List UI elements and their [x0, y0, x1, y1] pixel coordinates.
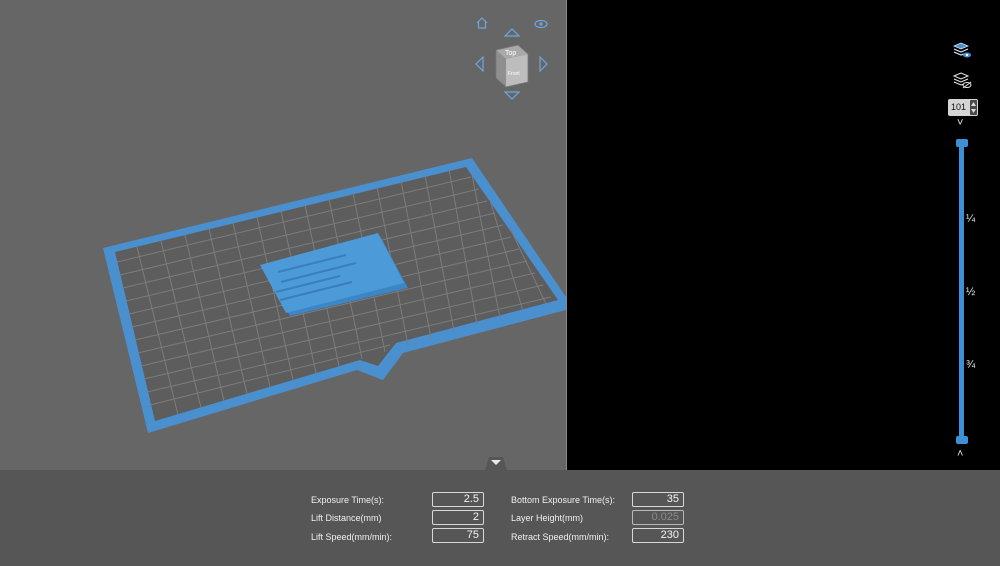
home-icon[interactable] [475, 16, 489, 30]
retract-speed-label: Retract Speed(mm/min): [511, 532, 610, 542]
lift-speed-label: Lift Speed(mm/min): [311, 532, 393, 542]
layer-height-input: 0.025 [632, 510, 684, 525]
lift-distance-input[interactable]: 2 [432, 510, 484, 525]
layers-visible-icon[interactable] [952, 40, 972, 60]
arrow-right-icon[interactable] [539, 56, 549, 72]
slider-mark-quarter: ¼ [966, 213, 976, 225]
arrow-left-icon[interactable] [474, 56, 484, 72]
spin-up-down-icon[interactable] [970, 100, 977, 115]
bottom-exposure-time-label: Bottom Exposure Time(s): [511, 495, 616, 505]
exposure-time-label: Exposure Time(s): [311, 495, 385, 505]
layer-slider-track[interactable] [959, 145, 964, 441]
panel-collapse-tab[interactable] [481, 455, 511, 470]
layer-height-label: Layer Height(mm) [511, 513, 584, 523]
slider-mark-half: ½ [966, 286, 976, 298]
layer-preview-panel [567, 0, 1000, 470]
arrow-up-icon[interactable] [504, 27, 520, 37]
layer-slider-bottom-handle[interactable] [956, 436, 968, 444]
bottom-exposure-time-input[interactable]: 35 [632, 492, 684, 507]
slider-bottom-chevron[interactable]: ˄ [957, 448, 963, 460]
eye-icon[interactable] [534, 18, 548, 30]
view-cube-top-label[interactable]: Top [505, 50, 516, 57]
lift-speed-input[interactable]: 75 [432, 528, 484, 543]
layer-slider-top-handle[interactable] [956, 139, 968, 147]
slider-mark-three-quarter: ¾ [966, 359, 976, 371]
view-cube-front-label[interactable]: Front [508, 71, 520, 77]
layer-number-spinbox[interactable]: 101 [948, 99, 978, 116]
slider-top-chevron[interactable]: ˅ [957, 117, 963, 129]
retract-speed-input[interactable]: 230 [632, 528, 684, 543]
3d-viewport[interactable]: Top Front [0, 0, 566, 470]
view-cube[interactable]: Top Front [492, 42, 532, 90]
layers-hidden-icon[interactable] [952, 70, 972, 90]
arrow-down-icon[interactable] [504, 91, 520, 101]
lift-distance-label: Lift Distance(mm) [311, 513, 382, 523]
print-settings-panel: Exposure Time(s): 2.5 Lift Distance(mm) … [0, 470, 1000, 566]
exposure-time-input[interactable]: 2.5 [432, 492, 484, 507]
layer-number-value[interactable]: 101 [951, 101, 966, 114]
spin-arrows[interactable] [970, 100, 977, 115]
